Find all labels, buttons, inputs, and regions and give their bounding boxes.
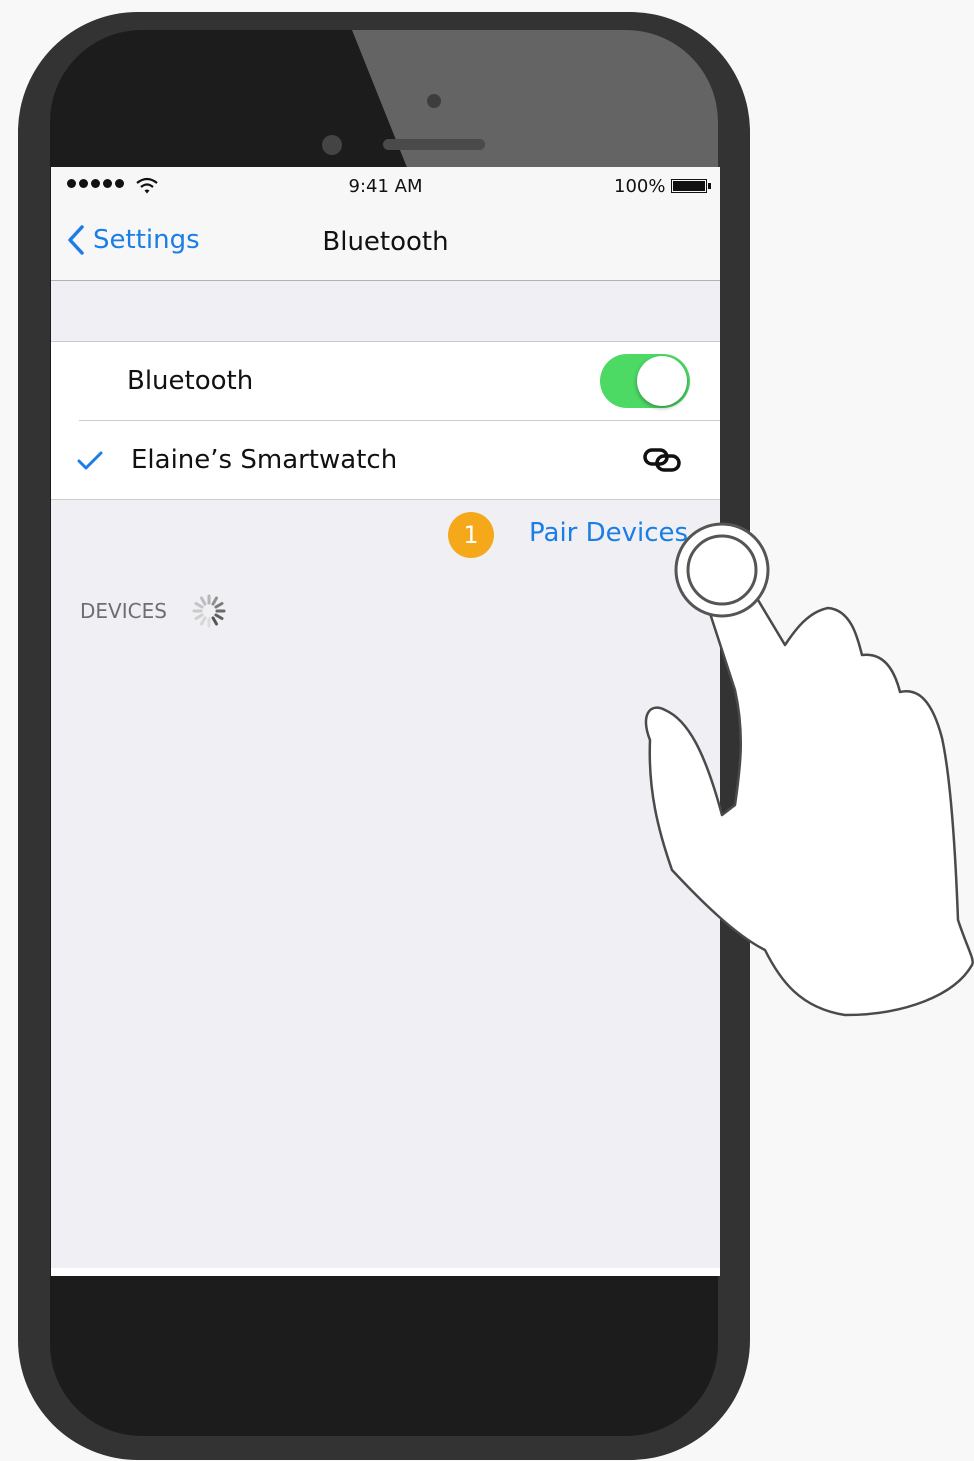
touch-indicator-outer-ring: [674, 522, 770, 618]
screen-bottom-edge: [51, 1268, 720, 1276]
proximity-sensor: [427, 94, 441, 108]
tutorial-stage: 9:41 AM 100% Settings Bluetooth Bluetoot…: [0, 0, 974, 1461]
phone-glare: [352, 30, 718, 190]
bluetooth-settings-group: Bluetooth Elaine’s Smartwatch: [51, 341, 720, 500]
earpiece-speaker: [383, 139, 485, 150]
paired-device-row[interactable]: Elaine’s Smartwatch: [51, 421, 720, 499]
bluetooth-row-label: Bluetooth: [127, 366, 254, 396]
checkmark-icon: [77, 451, 103, 470]
page-title: Bluetooth: [322, 227, 449, 257]
paired-device-label: Elaine’s Smartwatch: [131, 445, 398, 475]
navigation-bar: Settings Bluetooth: [51, 207, 720, 281]
phone-screen: 9:41 AM 100% Settings Bluetooth Bluetoot…: [51, 167, 720, 1276]
front-camera: [322, 135, 342, 155]
battery-percent: 100%: [614, 176, 666, 197]
bluetooth-toggle[interactable]: [600, 354, 690, 408]
battery-icon: [671, 179, 707, 193]
status-bar: 9:41 AM 100%: [51, 167, 720, 207]
link-icon[interactable]: [642, 445, 684, 475]
pair-devices-button[interactable]: Pair Devices: [529, 518, 688, 548]
step-number-badge: 1: [448, 512, 494, 558]
devices-section-header: DEVICES: [80, 599, 167, 623]
battery-tip: [708, 183, 711, 189]
activity-spinner-icon: [192, 594, 226, 628]
bluetooth-toggle-row: Bluetooth: [51, 342, 720, 421]
toggle-knob: [637, 356, 687, 406]
